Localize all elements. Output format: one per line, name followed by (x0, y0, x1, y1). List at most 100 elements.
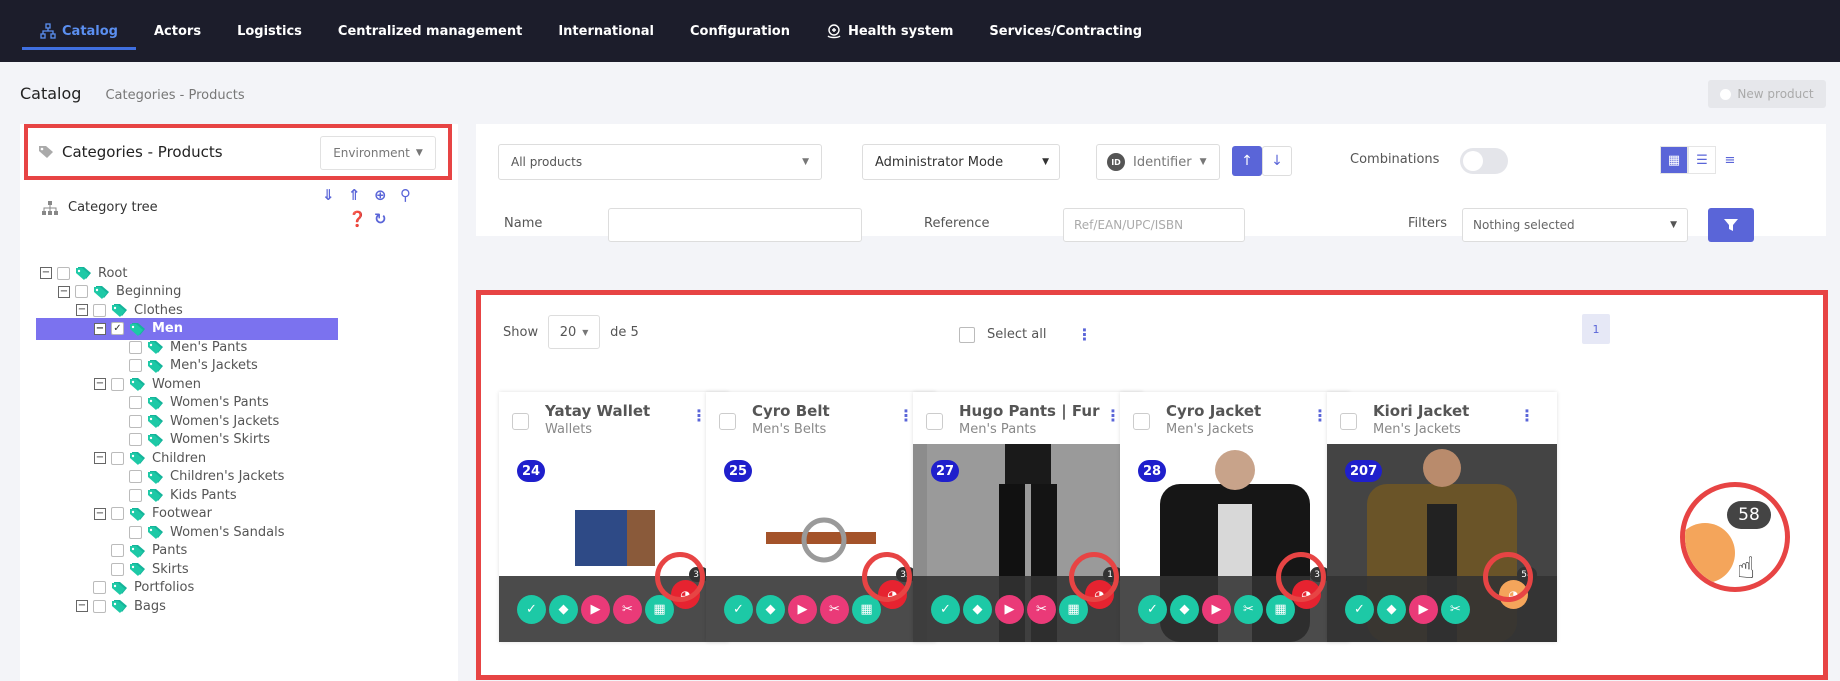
tree-checkbox[interactable] (129, 488, 142, 502)
bulk-actions-icon[interactable]: ⋮ (1076, 325, 1092, 344)
nav-actors[interactable]: Actors (136, 0, 219, 62)
product-checkbox[interactable] (512, 413, 529, 430)
collapse-icon[interactable]: − (94, 322, 106, 335)
check-circle-icon[interactable]: ✓ (1138, 594, 1167, 624)
new-product-button[interactable]: New product (1708, 80, 1826, 108)
product-menu-icon[interactable]: ⋮ (898, 406, 914, 425)
list-view-icon[interactable]: ☰ (1688, 146, 1716, 174)
product-name[interactable]: Kiori Jacket (1373, 402, 1469, 420)
apply-filter-button[interactable] (1708, 208, 1754, 242)
nav-health-system[interactable]: Health system (808, 0, 971, 62)
tree-checkbox[interactable] (129, 340, 142, 354)
reference-input[interactable]: Ref/EAN/UPC/ISBN (1063, 208, 1245, 242)
page-size-select[interactable]: 20 ▼ (548, 315, 601, 349)
nav-catalog[interactable]: Catalog (22, 0, 136, 62)
product-menu-icon[interactable]: ⋮ (691, 406, 707, 425)
tree-checkbox[interactable] (57, 266, 70, 280)
scissors-icon[interactable]: ✂ (820, 594, 849, 624)
collapse-icon[interactable]: − (76, 600, 88, 612)
tree-checkbox[interactable] (111, 377, 124, 391)
nav-configuration[interactable]: Configuration (672, 0, 808, 62)
collapse-icon[interactable]: − (94, 507, 106, 520)
collapse-icon[interactable]: − (40, 267, 52, 279)
tree-checkbox[interactable] (129, 470, 142, 483)
product-card[interactable]: Cyro Belt Men's Belts ⋮ 25 ✓ ◆ ▶ ✂ ▦ ◕ 32 (706, 392, 936, 642)
product-menu-icon[interactable]: ⋮ (1105, 406, 1121, 425)
product-menu-icon[interactable]: ⋮ (1519, 406, 1535, 425)
product-checkbox[interactable] (1340, 413, 1357, 430)
megaphone-icon[interactable]: ▶ (1202, 594, 1231, 624)
product-checkbox[interactable] (1133, 413, 1150, 430)
scissors-icon[interactable]: ✂ (1441, 594, 1470, 624)
tag-icon[interactable]: ◆ (963, 594, 992, 624)
grid-view-icon[interactable]: ▦ (1660, 146, 1688, 174)
product-card[interactable]: Cyro Jacket Men's Jackets ⋮ 28 ✓ ◆ ▶ ✂ ▦ ◕ 37 (1120, 392, 1350, 642)
tree-checkbox[interactable] (129, 414, 142, 428)
product-name[interactable]: Yatay Wallet (545, 402, 650, 420)
filters-select[interactable]: Nothing selected ▼ (1462, 208, 1688, 242)
tree-checkbox[interactable] (111, 562, 124, 576)
add-category-icon[interactable]: ⊕ (374, 186, 387, 204)
compact-view-icon[interactable]: ≡ (1716, 146, 1744, 174)
check-circle-icon[interactable]: ✓ (724, 594, 753, 624)
tree-checkbox[interactable] (93, 581, 106, 594)
product-name[interactable]: Hugo Pants | Fur (959, 402, 1100, 420)
scissors-icon[interactable]: ✂ (1234, 594, 1263, 624)
select-all-checkbox[interactable] (959, 326, 975, 343)
tree-node[interactable]: − Bags (76, 595, 166, 617)
tree-checkbox[interactable] (129, 359, 142, 372)
mode-select[interactable]: Administrator Mode ▼ (862, 144, 1060, 180)
tree-checkbox[interactable] (129, 433, 142, 446)
nav-international[interactable]: International (540, 0, 672, 62)
collapse-icon[interactable]: − (58, 285, 70, 298)
tag-icon[interactable]: ◆ (1377, 594, 1406, 624)
tag-icon[interactable]: ◆ (1170, 594, 1199, 624)
breadcrumb-root[interactable]: Catalog (20, 84, 81, 103)
nav-services-contracting[interactable]: Services/Contracting (971, 0, 1160, 62)
tree-checkbox[interactable] (93, 599, 106, 613)
collapse-icon[interactable]: − (76, 304, 88, 316)
product-card[interactable]: Kiori Jacket Men's Jackets ⋮ 207 ✓ ◆ ▶ ✂ ◕ 58 (1327, 392, 1557, 642)
name-input[interactable] (608, 208, 862, 242)
tree-checkbox[interactable] (75, 285, 88, 298)
page-button[interactable]: 1 (1582, 314, 1610, 344)
combinations-toggle[interactable] (1460, 148, 1508, 174)
megaphone-icon[interactable]: ▶ (995, 594, 1024, 624)
products-scope-select[interactable]: All products ▼ (498, 144, 822, 180)
collapse-icon[interactable]: − (94, 378, 106, 390)
sort-field-select[interactable]: ID Identifier ▼ (1096, 144, 1220, 180)
check-circle-icon[interactable]: ✓ (517, 594, 546, 624)
tree-checkbox[interactable]: ✓ (111, 322, 124, 335)
product-checkbox[interactable] (926, 413, 943, 430)
megaphone-icon[interactable]: ▶ (788, 594, 817, 624)
product-card[interactable]: Hugo Pants | Fur Men's Pants ⋮ 27 ✓ ◆ ▶ ✂ ▦ ◕ 17 (913, 392, 1143, 642)
megaphone-icon[interactable]: ▶ (1409, 594, 1438, 624)
product-name[interactable]: Cyro Belt (752, 402, 830, 420)
sort-ascending-button[interactable]: ↑ (1232, 146, 1262, 176)
product-name[interactable]: Cyro Jacket (1166, 402, 1261, 420)
check-circle-icon[interactable]: ✓ (931, 594, 960, 624)
tree-checkbox[interactable] (129, 396, 142, 409)
tree-checkbox[interactable] (111, 451, 124, 465)
tree-checkbox[interactable] (111, 544, 124, 557)
refresh-icon[interactable]: ↻ (374, 210, 387, 228)
scissors-icon[interactable]: ✂ (613, 594, 642, 624)
tree-checkbox[interactable] (93, 303, 106, 317)
scissors-icon[interactable]: ✂ (1027, 594, 1056, 624)
expand-all-icon[interactable]: ⇓ (322, 186, 335, 204)
product-checkbox[interactable] (719, 413, 736, 430)
sort-descending-button[interactable]: ↓ (1262, 146, 1292, 176)
megaphone-icon[interactable]: ▶ (581, 594, 610, 624)
collapse-all-icon[interactable]: ⇑ (348, 186, 361, 204)
help-icon[interactable]: ❓ (348, 210, 367, 228)
tag-icon[interactable]: ◆ (756, 594, 785, 624)
environment-dropdown[interactable]: Environment ▼ (320, 136, 436, 170)
product-card[interactable]: Yatay Wallet Wallets ⋮ 24 ✓ ◆ ▶ ✂ ▦ ◕ 37 (499, 392, 729, 642)
collapse-icon[interactable]: − (94, 452, 106, 464)
tree-checkbox[interactable] (129, 525, 142, 539)
search-icon[interactable]: ⚲ (400, 186, 411, 204)
tree-checkbox[interactable] (111, 507, 124, 520)
tag-icon[interactable]: ◆ (549, 594, 578, 624)
nav-centralized-management[interactable]: Centralized management (320, 0, 540, 62)
product-menu-icon[interactable]: ⋮ (1312, 406, 1328, 425)
